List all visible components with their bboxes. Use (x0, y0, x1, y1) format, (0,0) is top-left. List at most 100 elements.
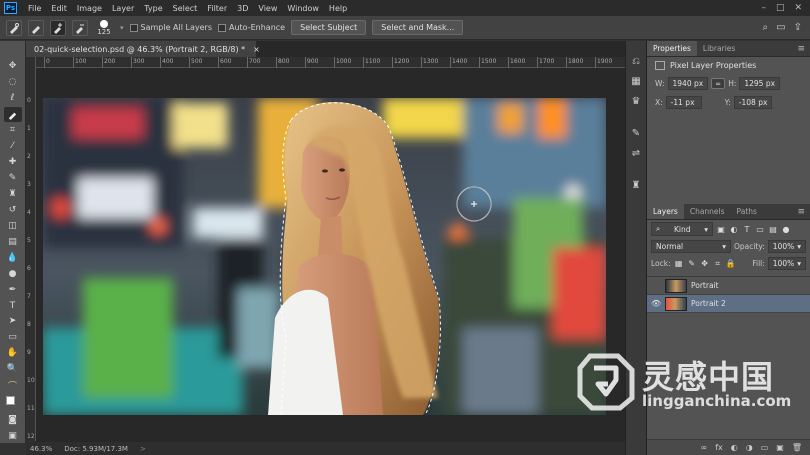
x-field[interactable]: -11 px (665, 96, 702, 109)
menu-filter[interactable]: Filter (202, 4, 232, 13)
new-selection-icon[interactable] (28, 19, 44, 36)
menu-window[interactable]: Window (282, 4, 324, 13)
eraser-tool-icon[interactable]: ◫ (4, 218, 22, 233)
document-tab[interactable]: 02-quick-selection.psd @ 46.3% (Portrait… (26, 41, 260, 57)
portrait-photo[interactable] (43, 98, 606, 415)
filter-toggle-icon[interactable]: ● (781, 224, 791, 234)
checkbox-box[interactable] (129, 23, 138, 32)
layer-style-icon[interactable]: fx (715, 443, 723, 452)
y-field[interactable]: -108 px (733, 96, 773, 109)
width-field[interactable]: 1940 px (667, 77, 709, 90)
adjustments-icon[interactable]: ⇌ (628, 145, 644, 161)
delete-layer-icon[interactable]: 🗑 (792, 443, 802, 452)
layer-row-portrait-2[interactable]: 👁 Portrait 2 (647, 295, 810, 313)
menu-select[interactable]: Select (168, 4, 203, 13)
add-mask-icon[interactable]: ◐ (731, 443, 738, 452)
glyphs-panel-icon[interactable]: ♛ (628, 93, 644, 109)
sample-all-layers-checkbox[interactable]: Sample All Layers (129, 23, 212, 32)
menu-layer[interactable]: Layer (107, 4, 139, 13)
blend-mode-dropdown[interactable]: Normal ▾ (651, 240, 731, 253)
adjustment-layer-icon[interactable]: ◑ (746, 443, 753, 452)
gradient-tool-icon[interactable]: ▤ (4, 234, 22, 249)
edit-toolbar-icon[interactable]: ⌒ (4, 378, 22, 393)
tool-preset-icon[interactable] (6, 19, 22, 36)
filter-smart-object-icon[interactable]: ▤ (768, 224, 778, 234)
close-window-button[interactable]: ✕ (794, 3, 802, 13)
layer-name[interactable]: Portrait (691, 281, 719, 290)
marquee-tool-icon[interactable]: ◌ (4, 75, 22, 90)
auto-enhance-checkbox[interactable]: Auto-Enhance (218, 23, 285, 32)
new-group-icon[interactable]: ▭ (761, 443, 769, 452)
maximize-button[interactable]: □ (776, 3, 785, 13)
lasso-tool-icon[interactable]: ℓ (4, 91, 22, 106)
healing-brush-tool-icon[interactable]: ✚ (4, 155, 22, 170)
tab-properties[interactable]: Properties (647, 41, 697, 56)
history-brush-tool-icon[interactable]: ↺ (4, 202, 22, 217)
lock-artboard-icon[interactable]: ⌗ (713, 259, 723, 269)
lock-transparency-icon[interactable]: ▦ (674, 259, 684, 269)
path-selection-tool-icon[interactable]: ➤ (4, 314, 22, 329)
eyedropper-tool-icon[interactable]: ⁄ (4, 139, 22, 154)
workspace-icon[interactable]: ▭ (776, 22, 785, 33)
new-layer-icon[interactable]: ▣ (776, 443, 784, 452)
menu-type[interactable]: Type (139, 4, 167, 13)
type-tool-icon[interactable]: T (4, 298, 22, 313)
layer-row-portrait[interactable]: Portrait (647, 277, 810, 295)
menu-file[interactable]: File (23, 4, 46, 13)
color-swatches[interactable] (4, 395, 22, 412)
panel-menu-icon[interactable]: ≡ (792, 41, 810, 56)
rectangle-tool-icon[interactable]: ▭ (4, 330, 22, 345)
search-icon[interactable]: ⌕ (763, 22, 769, 33)
add-to-selection-icon[interactable] (50, 19, 66, 36)
opacity-field[interactable]: 100% ▾ (767, 240, 806, 253)
screen-mode-icon[interactable]: ▣ (4, 428, 22, 443)
fill-field[interactable]: 100% ▾ (767, 257, 806, 270)
kind-filter-dropdown[interactable]: ⌕ Kind ▾ (651, 222, 713, 236)
clone-stamp-tool-icon[interactable]: ♜ (4, 187, 22, 202)
menu-image[interactable]: Image (72, 4, 107, 13)
filter-adjustment-icon[interactable]: ◐ (729, 224, 739, 234)
filter-shape-icon[interactable]: ▭ (755, 224, 765, 234)
swatches-panel-icon[interactable]: ▦ (628, 73, 644, 89)
filter-type-icon[interactable]: T (742, 224, 752, 234)
quick-mask-icon[interactable]: ◙ (4, 412, 22, 427)
menu-edit[interactable]: Edit (46, 4, 72, 13)
history-panel-icon[interactable]: ⎌ (628, 53, 644, 69)
menu-help[interactable]: Help (324, 4, 352, 13)
link-dimensions-icon[interactable]: ∞ (711, 78, 726, 89)
canvas-workspace[interactable] (36, 68, 625, 442)
quick-selection-tool-icon[interactable] (3, 106, 22, 122)
minimize-button[interactable]: – (761, 3, 766, 13)
share-icon[interactable]: ⇪ (794, 22, 802, 33)
tab-libraries[interactable]: Libraries (697, 41, 741, 56)
zoom-tool-icon[interactable]: 🔍 (4, 362, 22, 377)
foreground-color-swatch[interactable] (5, 395, 15, 405)
tab-channels[interactable]: Channels (684, 204, 731, 219)
brush-tool-icon[interactable]: ✎ (4, 171, 22, 186)
menu-view[interactable]: View (253, 4, 282, 13)
zoom-level[interactable]: 46.3% (30, 445, 52, 453)
select-and-mask-button[interactable]: Select and Mask... (372, 20, 464, 35)
lock-position-icon[interactable]: ✥ (700, 259, 710, 269)
hand-tool-icon[interactable]: ✋ (4, 346, 22, 361)
pen-tool-icon[interactable]: ✒ (4, 282, 22, 297)
menu-3d[interactable]: 3D (232, 4, 253, 13)
link-layers-icon[interactable]: ∞ (701, 443, 708, 452)
tab-layers[interactable]: Layers (647, 204, 684, 219)
checkbox-box[interactable] (218, 23, 226, 32)
chevron-down-icon[interactable]: ▾ (120, 24, 124, 32)
subtract-from-selection-icon[interactable] (72, 19, 88, 36)
blur-tool-icon[interactable]: 💧 (4, 250, 22, 265)
filter-pixel-icon[interactable]: ▣ (716, 224, 726, 234)
dodge-tool-icon[interactable]: ● (4, 266, 22, 281)
panel-menu-icon[interactable]: ≡ (792, 204, 810, 219)
height-field[interactable]: 1295 px (739, 77, 781, 90)
select-subject-button[interactable]: Select Subject (291, 20, 367, 35)
tab-paths[interactable]: Paths (731, 204, 763, 219)
lock-all-icon[interactable]: 🔒 (726, 259, 736, 269)
clone-source-icon[interactable]: ♜ (628, 177, 644, 193)
close-tab-icon[interactable]: × (253, 45, 260, 54)
move-tool-icon[interactable]: ✥ (4, 59, 22, 74)
status-menu-chevron[interactable]: > (140, 445, 146, 453)
crop-tool-icon[interactable]: ⌗ (4, 123, 22, 138)
